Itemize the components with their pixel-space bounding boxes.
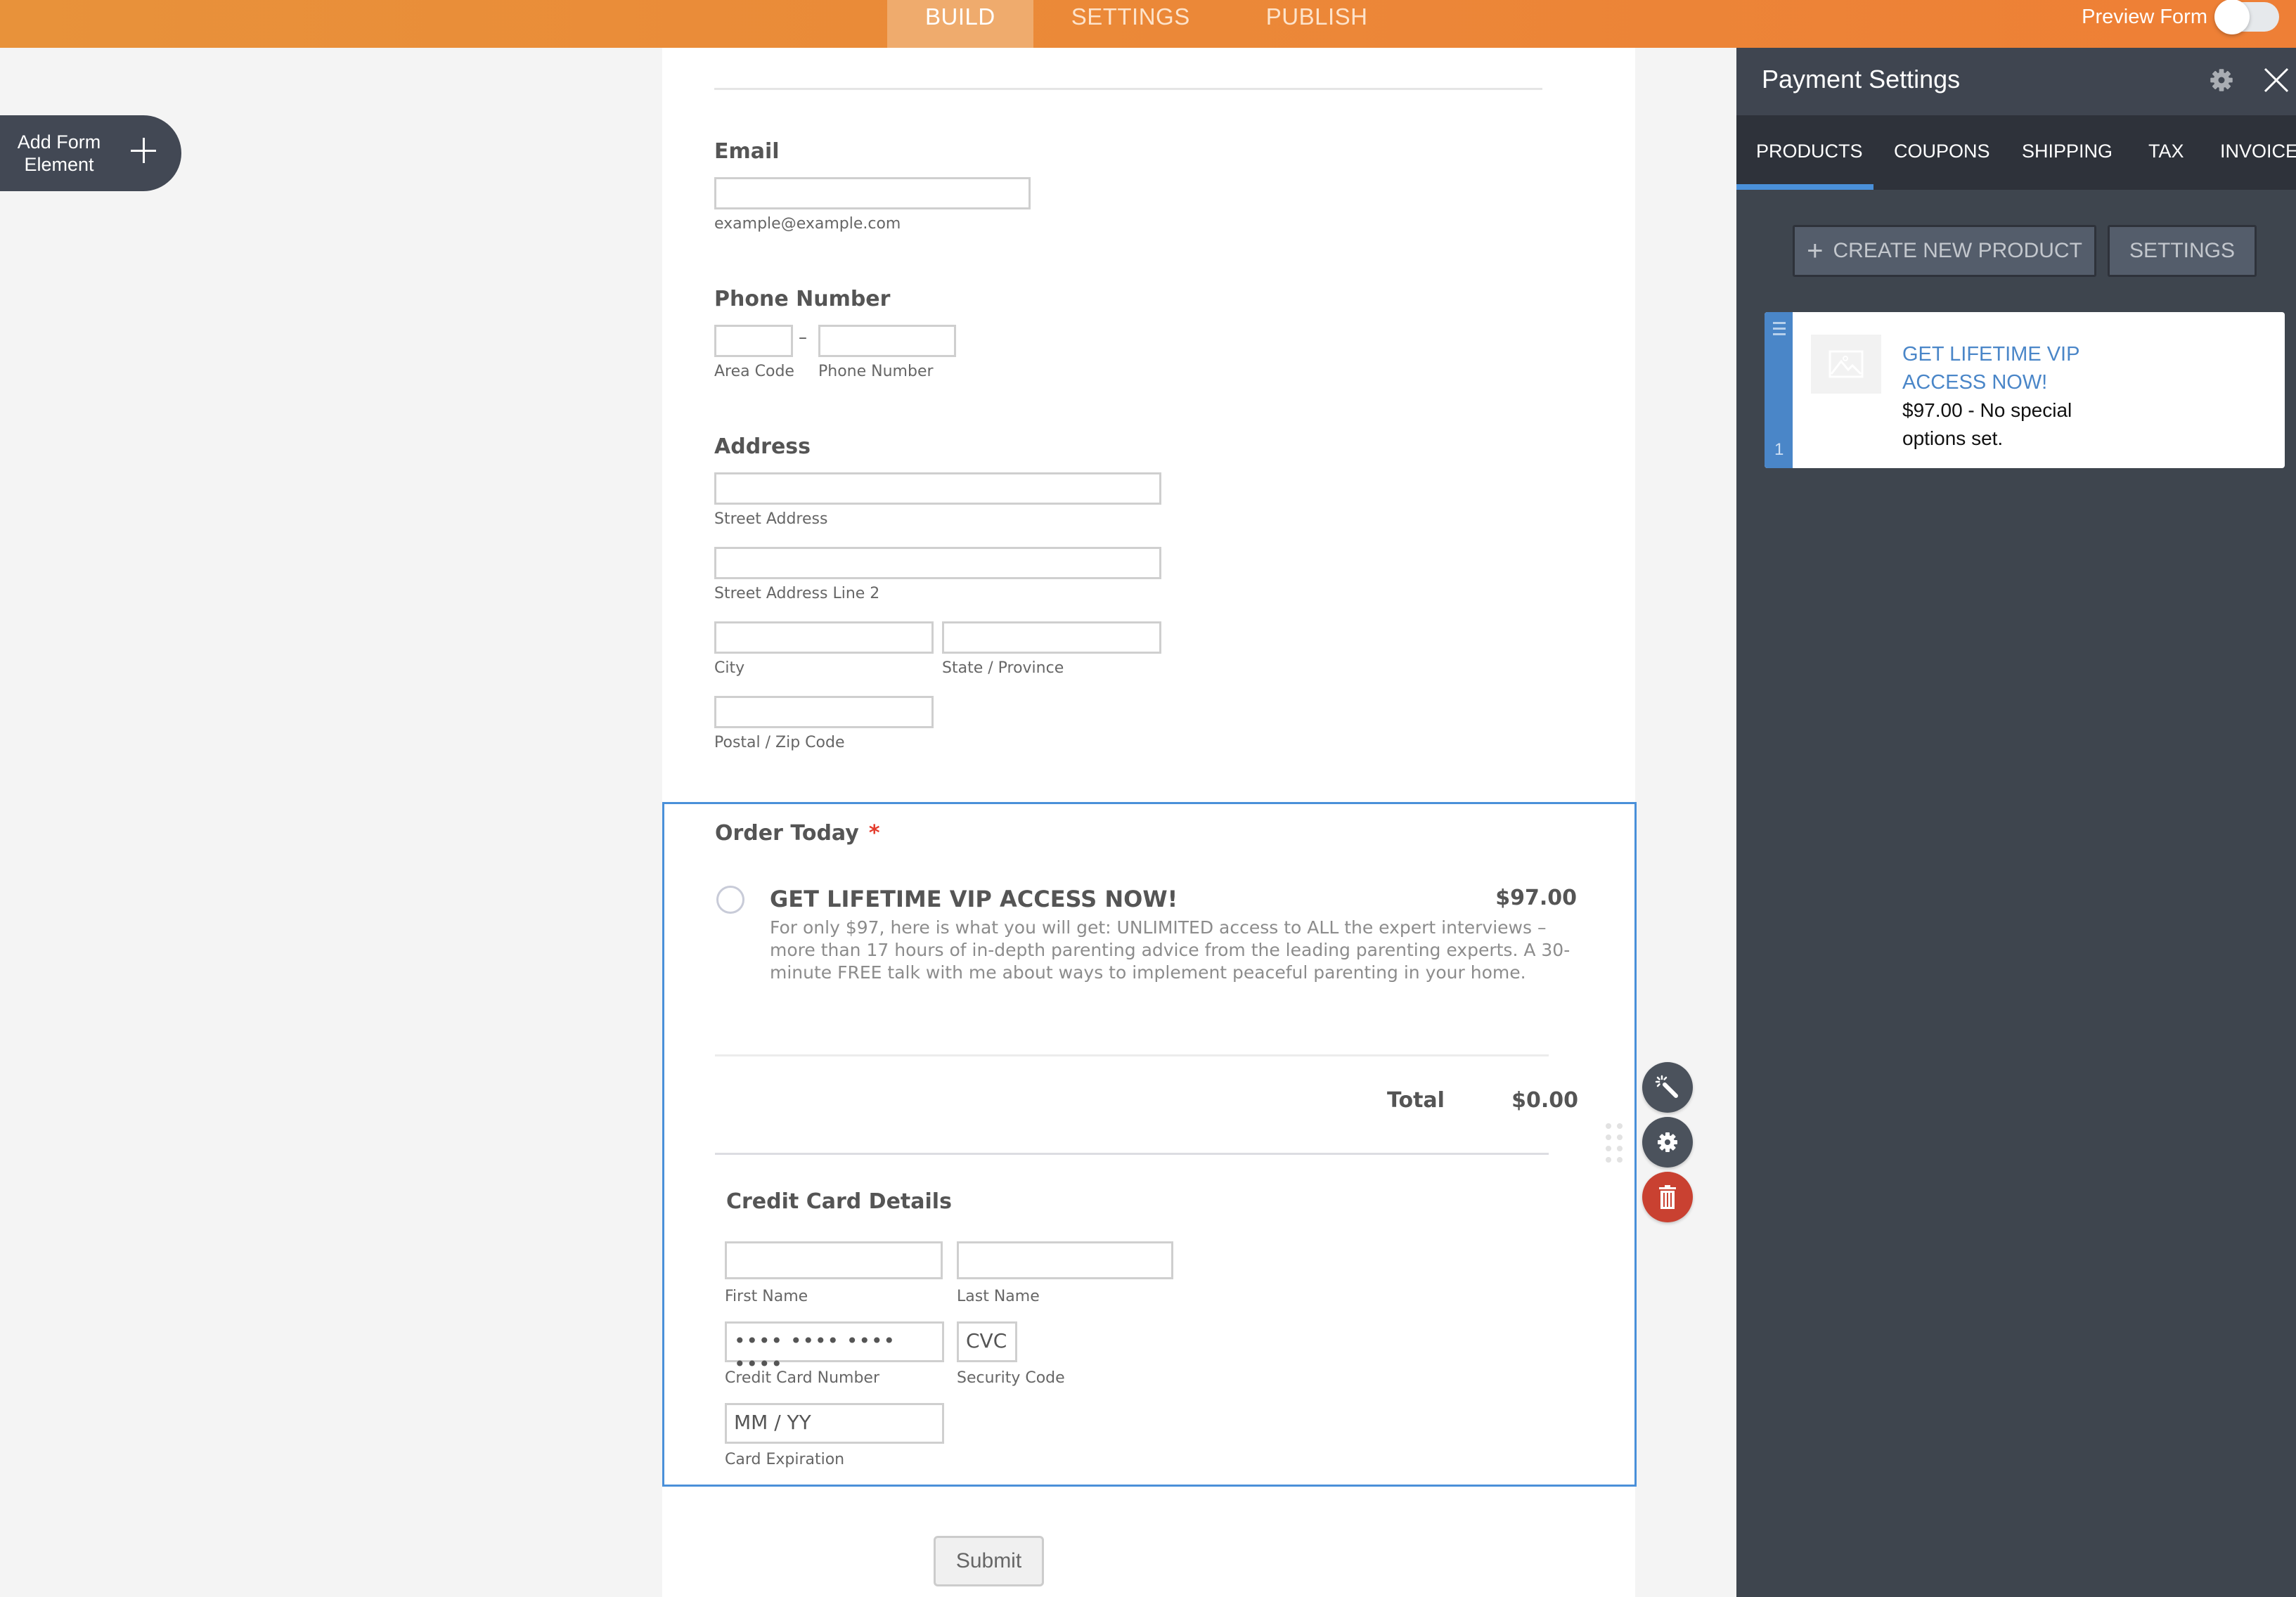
preview-form-toggle[interactable] bbox=[2214, 0, 2279, 34]
divider bbox=[715, 1153, 1549, 1155]
street-address-2-input[interactable] bbox=[714, 547, 1161, 579]
wand-icon bbox=[1655, 1075, 1678, 1098]
area-code-sublabel: Area Code bbox=[714, 363, 794, 380]
required-mark: * bbox=[868, 821, 880, 846]
product-radio[interactable] bbox=[716, 886, 744, 914]
divider bbox=[714, 88, 1542, 90]
top-nav: BUILD SETTINGS PUBLISH bbox=[887, 0, 1405, 48]
gear-icon bbox=[1658, 1132, 1677, 1152]
element-settings-button[interactable] bbox=[1642, 1117, 1693, 1168]
product-card-title[interactable]: GET LIFETIME VIP ACCESS NOW! bbox=[1902, 340, 2127, 396]
credit-card-title: Credit Card Details bbox=[726, 1189, 952, 1214]
add-form-element-label: Add Form Element bbox=[17, 131, 101, 175]
address-label: Address bbox=[714, 434, 811, 459]
tab-publish[interactable]: PUBLISH bbox=[1228, 0, 1406, 48]
card-number-input[interactable]: •••• •••• •••• •••• bbox=[725, 1321, 944, 1376]
create-new-product-button[interactable]: + CREATE NEW PRODUCT bbox=[1793, 225, 2096, 277]
tab-build[interactable]: BUILD bbox=[887, 0, 1033, 48]
email-sublabel: example@example.com bbox=[714, 215, 901, 233]
state-input[interactable] bbox=[942, 621, 1161, 654]
panel-tab-shipping[interactable]: SHIPPING bbox=[2022, 141, 2113, 162]
panel-title: Payment Settings bbox=[1762, 65, 1961, 93]
last-name-input[interactable] bbox=[957, 1241, 1173, 1279]
card-expiration-sublabel: Card Expiration bbox=[725, 1451, 845, 1468]
close-icon bbox=[2264, 67, 2289, 93]
panel-tab-coupons[interactable]: COUPONS bbox=[1894, 141, 1990, 162]
panel-tab-tax[interactable]: TAX bbox=[2148, 141, 2184, 162]
product-settings-button[interactable]: SETTINGS bbox=[2108, 225, 2257, 277]
add-form-element-button[interactable]: Add Form Element bbox=[0, 115, 181, 191]
street-address-2-sublabel: Street Address Line 2 bbox=[714, 585, 880, 602]
email-label: Email bbox=[714, 139, 780, 164]
street-address-input[interactable] bbox=[714, 472, 1161, 505]
zip-input[interactable] bbox=[714, 696, 934, 728]
last-name-sublabel: Last Name bbox=[957, 1288, 1040, 1305]
city-sublabel: City bbox=[714, 659, 745, 677]
product-card[interactable]: 1 GET LIFETIME VIP ACCESS NOW! $97.00 - … bbox=[1765, 312, 2285, 468]
phone-number-sublabel: Phone Number bbox=[818, 363, 934, 380]
city-input[interactable] bbox=[714, 621, 934, 654]
plus-icon bbox=[129, 136, 157, 164]
preview-form-label: Preview Form bbox=[2082, 5, 2207, 28]
state-sublabel: State / Province bbox=[942, 659, 1064, 677]
submit-button[interactable]: Submit bbox=[934, 1536, 1044, 1586]
total-value: $0.00 bbox=[1511, 1088, 1578, 1113]
zip-sublabel: Postal / Zip Code bbox=[714, 734, 845, 751]
divider bbox=[715, 1054, 1549, 1056]
area-code-input[interactable] bbox=[714, 325, 793, 357]
panel-tab-products[interactable]: PRODUCTS bbox=[1756, 141, 1863, 162]
card-expiration-placeholder: MM / YY bbox=[734, 1411, 811, 1434]
street-address-sublabel: Street Address bbox=[714, 510, 828, 528]
product-card-handle[interactable]: 1 bbox=[1765, 312, 1793, 468]
top-bar: BUILD SETTINGS PUBLISH Preview Form bbox=[0, 0, 2296, 48]
payment-settings-panel: Payment Settings PRODUCTS COUPONS SHIPPI… bbox=[1736, 48, 2296, 1597]
panel-tab-invoice[interactable]: INVOICE bbox=[2220, 141, 2296, 162]
order-label-text: Order Today bbox=[715, 821, 859, 846]
card-expiration-input[interactable]: MM / YY bbox=[725, 1403, 944, 1444]
drag-handle[interactable] bbox=[1606, 1123, 1624, 1163]
phone-label: Phone Number bbox=[714, 287, 891, 311]
cvc-sublabel: Security Code bbox=[957, 1369, 1065, 1387]
menu-icon bbox=[1773, 322, 1786, 339]
product-description: For only $97, here is what you will get:… bbox=[770, 917, 1571, 983]
delete-element-button[interactable] bbox=[1642, 1172, 1693, 1222]
panel-header: Payment Settings bbox=[1736, 48, 2296, 115]
trash-icon bbox=[1659, 1185, 1676, 1209]
order-label: Order Today * bbox=[715, 821, 880, 846]
card-number-sublabel: Credit Card Number bbox=[725, 1369, 879, 1387]
phone-separator: – bbox=[799, 328, 807, 347]
first-name-input[interactable] bbox=[725, 1241, 943, 1279]
first-name-sublabel: First Name bbox=[725, 1288, 808, 1305]
create-new-product-label: CREATE NEW PRODUCT bbox=[1833, 239, 2082, 262]
tab-settings[interactable]: SETTINGS bbox=[1033, 0, 1228, 48]
panel-tabs: PRODUCTS COUPONS SHIPPING TAX INVOICE bbox=[1736, 115, 2296, 190]
phone-number-input[interactable] bbox=[818, 325, 956, 357]
toggle-knob bbox=[2214, 0, 2250, 34]
panel-gear-button[interactable] bbox=[2209, 67, 2237, 96]
product-name: GET LIFETIME VIP ACCESS NOW! bbox=[770, 886, 1178, 912]
product-price: $97.00 bbox=[1495, 886, 1577, 910]
wand-button[interactable] bbox=[1642, 1062, 1693, 1113]
email-input[interactable] bbox=[714, 177, 1031, 209]
total-label: Total bbox=[1387, 1088, 1445, 1113]
active-tab-indicator bbox=[1736, 184, 1873, 190]
preview-form: Preview Form bbox=[2082, 0, 2279, 34]
panel-close-button[interactable] bbox=[2261, 65, 2293, 97]
product-card-desc: $97.00 - No special options set. bbox=[1902, 399, 2072, 449]
order-element[interactable]: Order Today * GET LIFETIME VIP ACCESS NOW… bbox=[662, 802, 1637, 1487]
product-index: 1 bbox=[1774, 440, 1784, 459]
gear-icon bbox=[2210, 69, 2233, 91]
cvc-placeholder: CVC bbox=[966, 1329, 1007, 1352]
plus-icon: + bbox=[1807, 235, 1824, 266]
image-placeholder-icon bbox=[1811, 335, 1881, 394]
cvc-input[interactable]: CVC bbox=[957, 1321, 1017, 1362]
